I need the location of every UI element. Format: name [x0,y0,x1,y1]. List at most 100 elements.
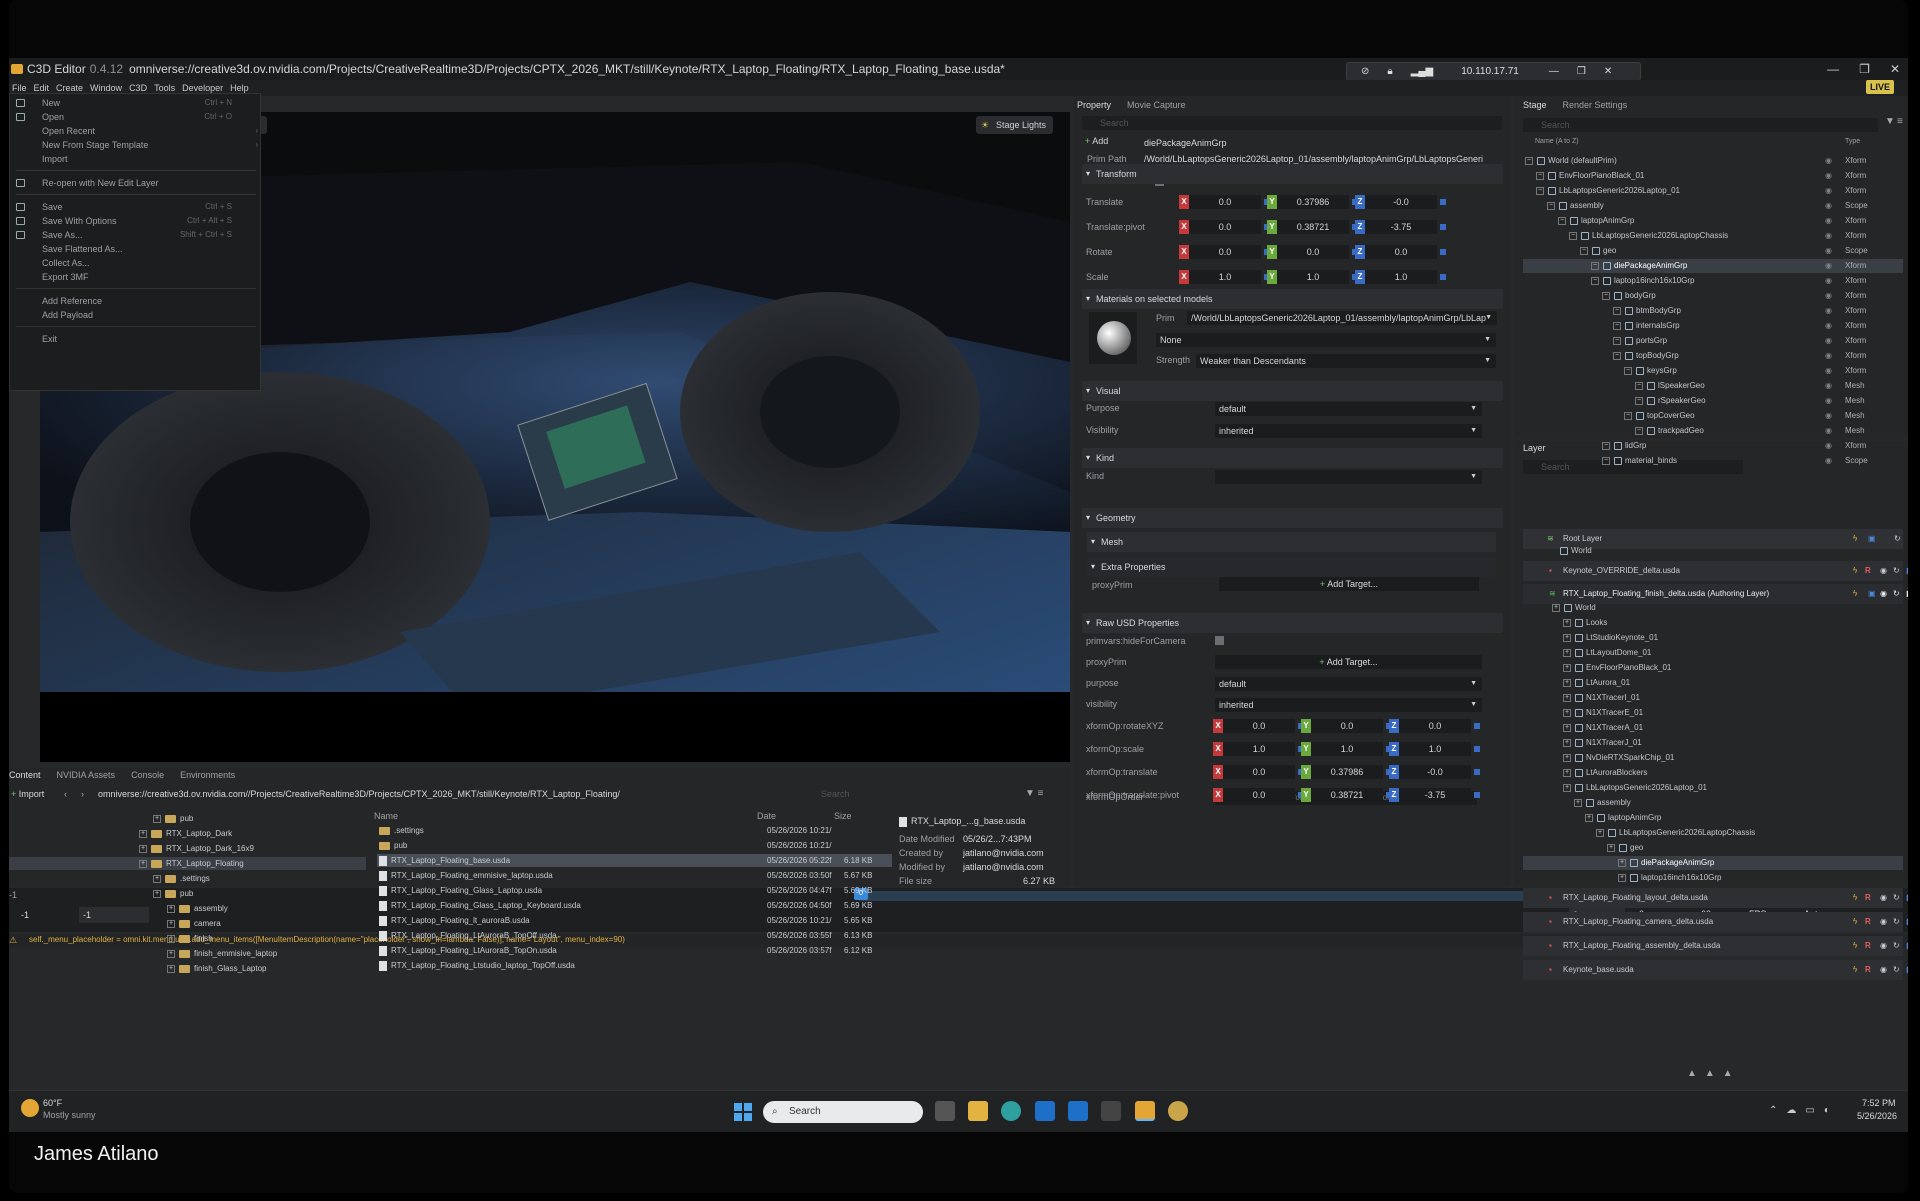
import-button[interactable]: + Import [11,789,44,799]
transform-0-z-field[interactable]: -0.0 [1365,195,1437,209]
raw-xform-3-y-field[interactable]: 0.38721 [1311,788,1383,802]
visibility-eye-icon[interactable]: ◉ [1825,319,1832,333]
transform-2-y-field[interactable]: 0.0 [1277,245,1349,259]
file-row[interactable]: RTX_Laptop_Floating_emmisive_laptop.usda [379,869,553,882]
stage-tree-item[interactable]: − btmBodyGrp [1613,304,1681,318]
expand-icon[interactable]: − [1536,171,1544,180]
expand-icon[interactable]: + [1563,708,1571,717]
file-menu-save[interactable]: Save Ctrl + S [10,200,262,214]
visibility-eye-icon[interactable]: ◉ [1825,169,1832,183]
clock-date[interactable]: 5/26/2026 [1857,1111,1897,1121]
raw-xform-0-z-field[interactable]: 0.0 [1399,719,1471,733]
tab-render-settings[interactable]: Render Settings [1563,100,1628,110]
keyframe-icon[interactable] [1440,274,1446,280]
content-path[interactable]: omniverse://creative3d.ov.nvidia.com//Pr… [98,789,778,799]
stage-tree-item[interactable]: − keysGrp [1624,364,1677,378]
keynote-override-layer-row[interactable]: ▪ Keynote_OVERRIDE_delta.usda ϟ R ◉ ↻ ▮ [1523,561,1908,581]
content-tree-item[interactable]: + assembly [167,902,228,915]
content-tree-item[interactable]: + pub [153,812,193,825]
visibility-eye-icon[interactable]: ◉ [1825,454,1832,468]
stage-tree-item[interactable]: − EnvFloorPianoBlack_01 [1536,169,1644,183]
visibility-eye-icon[interactable]: ◉ [1825,244,1832,258]
transform-3-x-field[interactable]: 1.0 [1189,270,1261,284]
layer-tree-item[interactable]: + geo [1607,841,1643,855]
menu-edit[interactable]: Edit [34,83,50,93]
visibility-eye-icon[interactable]: ◉ [1825,154,1832,168]
store-icon[interactable] [1035,1101,1055,1121]
keyframe-icon[interactable] [1474,769,1480,775]
reference-r-icon[interactable]: R [1865,561,1871,581]
transform-2-x-field[interactable]: 0.0 [1189,245,1261,259]
transform-3-y-field[interactable]: 1.0 [1277,270,1349,284]
live-badge[interactable]: LIVE [1865,80,1894,94]
menu-file[interactable]: File [12,83,27,93]
stage-tree-item[interactable]: − internalsGrp [1613,319,1680,333]
transform-0-x-field[interactable]: 0.0 [1189,195,1261,209]
raw-xform-2-x-field[interactable]: 0.0 [1223,765,1295,779]
expand-icon[interactable]: + [1618,858,1626,867]
file-row[interactable]: RTX_Laptop_Floating_Glass_Laptop_Keyboar… [379,899,581,912]
raw-visibility-select[interactable]: inherited [1215,698,1482,712]
transform-2-z-field[interactable]: 0.0 [1365,245,1437,259]
file-row[interactable]: RTX_Laptop_Floating_base.usda [379,854,510,867]
layer-tree-item[interactable]: + N1XTracerJ_01 [1563,736,1642,750]
layer-tree-item[interactable]: + LtLayoutDome_01 [1563,646,1651,660]
file-menu-new[interactable]: New Ctrl + N [10,96,262,110]
lock-icon[interactable]: ▮ [1906,888,1908,908]
stage-tree-item[interactable]: − LbLaptopsGeneric2026Laptop_01 [1536,184,1680,198]
visibility-eye-icon[interactable]: ◉ [1825,184,1832,198]
content-tree-item[interactable]: + RTX_Laptop_Floating [139,857,244,870]
expand-icon[interactable]: − [1602,456,1610,465]
expand-icon[interactable]: − [1613,336,1621,345]
tab-nvidia-assets[interactable]: NVIDIA Assets [57,770,116,780]
expand-icon[interactable]: + [1563,633,1571,642]
raw-xform-2-z-field[interactable]: -0.0 [1399,765,1471,779]
weather-temp[interactable]: 60°F [43,1098,62,1108]
file-explorer-icon[interactable] [968,1101,988,1121]
transform-1-x-field[interactable]: 0.0 [1189,220,1261,234]
sublayer-row[interactable]: ▪ RTX_Laptop_Floating_camera_delta.usda ϟ R… [1523,912,1908,932]
timeline-start-field[interactable]: -1 [79,907,149,923]
visual-section[interactable]: Visual [1082,381,1503,401]
file-menu-new-from-template[interactable]: New From Stage Template › [10,138,262,152]
content-tree-item[interactable]: + finish_Glass_Laptop [167,962,267,975]
eye-icon[interactable]: ◉ [1880,912,1887,932]
files-col-date[interactable]: Date [757,811,776,821]
stage-tree-item[interactable]: − geo [1580,244,1616,258]
expand-icon[interactable]: + [167,919,175,928]
lightning-icon[interactable]: ϟ [1853,584,1857,604]
expand-icon[interactable]: − [1558,216,1566,225]
menu-c3d[interactable]: C3D [129,83,147,93]
strength-select[interactable]: Weaker than Descendants [1196,354,1496,368]
visibility-eye-icon[interactable]: ◉ [1825,289,1832,303]
raw-usd-section[interactable]: Raw USD Properties [1082,613,1503,633]
refresh-icon[interactable]: ↻ [1893,561,1900,581]
layer-tree-item[interactable]: + NvDieRTXSparkChip_01 [1563,751,1674,765]
lightning-icon[interactable]: ϟ [1853,936,1857,956]
raw-xform-1-x-field[interactable]: 1.0 [1223,742,1295,756]
tab-stage[interactable]: Stage [1523,100,1547,110]
stage-search[interactable]: Search [1523,118,1878,132]
stage-lights-button[interactable]: ☀ Stage Lights [976,116,1054,134]
layer-tree-item[interactable]: + N1XTracerE_01 [1563,706,1643,720]
geometry-section[interactable]: Geometry [1082,508,1503,528]
root-world-item[interactable]: World [1560,544,1592,558]
lightning-icon[interactable]: ϟ [1853,529,1857,549]
visibility-eye-icon[interactable]: ◉ [1825,334,1832,348]
forward-icon[interactable]: › [81,789,84,799]
raw-xform-0-x-field[interactable]: 0.0 [1223,719,1295,733]
c3d-editor-task-icon[interactable] [1135,1101,1155,1121]
add-button[interactable]: + Add [1085,136,1108,146]
visibility-select[interactable]: inherited [1215,424,1482,438]
expand-icon[interactable]: + [153,874,161,883]
files-col-name[interactable]: Name [374,811,398,821]
layer-tree-item[interactable]: + LtAuroraBlockers [1563,766,1647,780]
eye-icon[interactable]: ◉ [1880,888,1887,908]
keyframe-icon[interactable] [1440,224,1446,230]
file-row[interactable]: RTX_Laptop_Floating_Glass_Laptop.usda [379,884,542,897]
stage-col-type[interactable]: Type [1845,138,1860,145]
transform-section[interactable]: Transform [1082,164,1503,184]
expand-icon[interactable]: + [1607,843,1615,852]
stage-tree-item[interactable]: − rSpeakerGeo [1635,394,1706,408]
visibility-eye-icon[interactable]: ◉ [1825,214,1832,228]
